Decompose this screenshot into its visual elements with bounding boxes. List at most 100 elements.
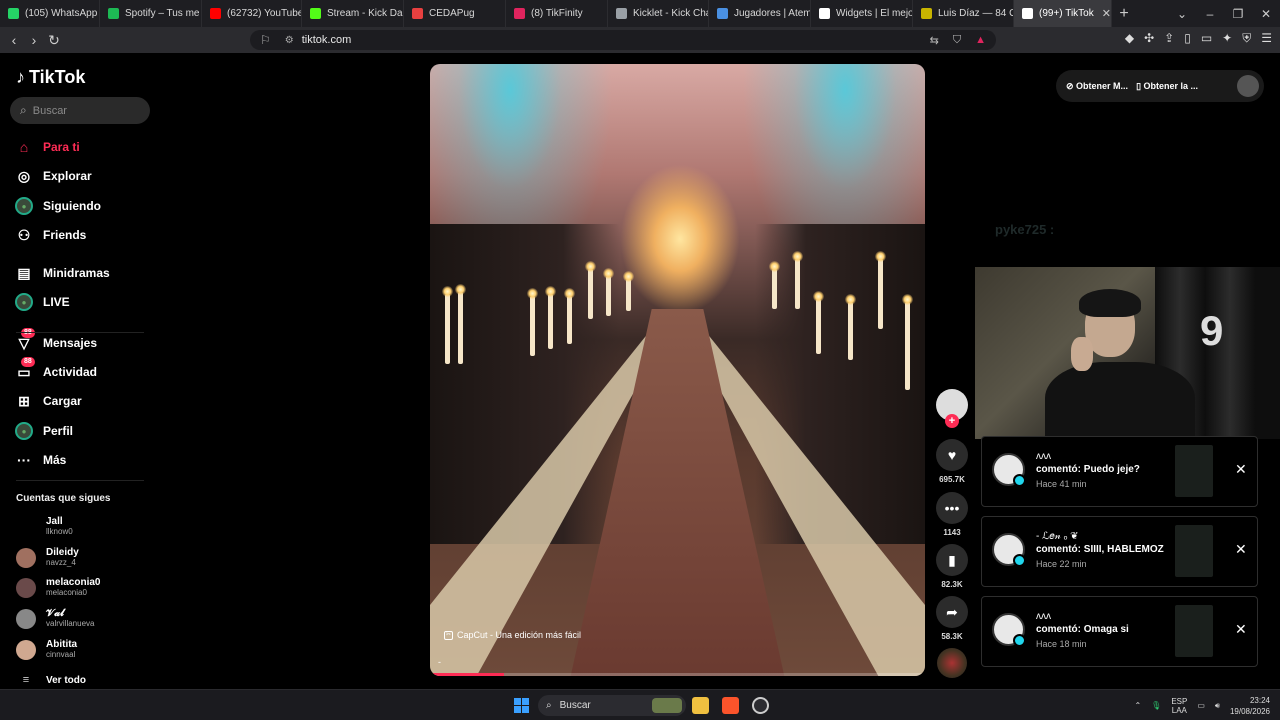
bookmark-icon[interactable]: ⚐ [260, 33, 271, 47]
reload-button[interactable]: ↻ [44, 32, 64, 49]
following-account[interactable]: Dileidy navzz_4 [16, 547, 79, 568]
brave-rewards-icon[interactable]: ▲ [975, 34, 986, 47]
new-tab-button[interactable]: + [1112, 5, 1136, 23]
see-all-following-button[interactable]: ≡ Ver todo [16, 674, 86, 686]
get-desktop-button[interactable]: ▯ Obtener la ... [1136, 81, 1198, 92]
brave-shield-icon[interactable]: ⛉ [953, 34, 961, 47]
nav-item-explorar[interactable]: ◎ Explorar [15, 167, 92, 185]
leo-ai-icon[interactable]: ✦ [1222, 31, 1232, 46]
following-account[interactable]: 𝓥𝓪𝓵 valrvillanueva [16, 608, 94, 629]
minimize-button[interactable]: – [1196, 7, 1224, 21]
site-info-icon[interactable]: ⚙ [285, 35, 294, 46]
nav-item-para-ti[interactable]: ⌂ Para ti [15, 138, 80, 156]
tab-favicon [921, 8, 932, 19]
comment-icon[interactable]: ••• [936, 492, 968, 524]
comment-notification[interactable]: ʌʌʌ comentó: Omaga si Hace 18 min ✕ [981, 596, 1258, 667]
more-icon: ··· [17, 452, 31, 468]
browser-tab[interactable]: (62732) YouTube [202, 0, 302, 27]
forward-button[interactable]: › [24, 32, 44, 48]
nav-item-perfil[interactable]: ● Perfil [15, 422, 73, 440]
user-avatar[interactable] [1237, 75, 1259, 97]
following-account[interactable]: Jall llknow0 [16, 516, 73, 537]
nav-item-friends[interactable]: ⚇ Friends [15, 226, 87, 244]
vpn-shield-icon[interactable]: ⛨ [1242, 31, 1251, 46]
follow-button[interactable]: + [945, 414, 959, 428]
close-icon[interactable]: ✕ [1235, 621, 1247, 638]
video-thumbnail[interactable] [1175, 525, 1213, 577]
brave-browser-icon[interactable] [722, 697, 739, 714]
video-player[interactable]: ✂ CapCut - Una edición más fácil - [430, 64, 925, 676]
browser-tab[interactable]: Widgets | El mejor [811, 0, 913, 27]
nav-item-mensajes[interactable]: ▽88 Mensajes [15, 328, 97, 352]
taskbar-search-label: Buscar [559, 700, 591, 711]
app-icon[interactable] [752, 697, 769, 714]
tray-overflow-icon[interactable]: ⌃ [1134, 701, 1141, 710]
divider [16, 332, 144, 333]
microphone-icon[interactable]: 🎙︎ [1151, 701, 1161, 710]
maximize-button[interactable]: ❐ [1224, 7, 1252, 21]
video-thumbnail[interactable] [1175, 605, 1213, 657]
tab-favicon [819, 8, 830, 19]
share-icon[interactable]: ➦ [936, 596, 968, 628]
comment-text: comentó: Puedo jeje? [1036, 464, 1140, 475]
translate-icon[interactable]: ⇆ [930, 34, 939, 47]
comment-notification[interactable]: ʌʌʌ comentó: Puedo jeje? Hace 41 min ✕ [981, 436, 1258, 507]
tiktok-logo[interactable]: ♪ TikTok [16, 67, 85, 88]
volume-icon[interactable]: 🔊︎ [1215, 701, 1220, 711]
bookmark-icon[interactable]: ▮ [936, 544, 968, 576]
browser-tab[interactable]: Luis Díaz — 84 OV [913, 0, 1014, 27]
close-icon[interactable]: ✕ [1235, 541, 1247, 558]
comment-time: Hace 41 min [1036, 479, 1087, 489]
language-indicator[interactable]: ESP LAA [1171, 697, 1187, 715]
extension-icon[interactable]: ◆ [1125, 31, 1134, 46]
windows-start-icon[interactable] [514, 698, 529, 713]
browser-tab[interactable]: (105) WhatsApp [0, 0, 100, 27]
sidebar-toggle-icon[interactable]: ▯ [1184, 31, 1191, 46]
wallet-icon[interactable]: ▭ [1201, 31, 1212, 46]
menu-icon[interactable]: ☰ [1261, 31, 1272, 46]
close-window-button[interactable]: ✕ [1252, 7, 1280, 21]
video-progress-bar[interactable] [430, 673, 925, 676]
nav-item-cargar[interactable]: ⊞ Cargar [15, 392, 82, 410]
nav-item-siguiendo[interactable]: ● Siguiendo [15, 197, 101, 215]
browser-tab[interactable]: (99+) TikTok ✕ [1014, 0, 1112, 27]
capcut-tag[interactable]: ✂ CapCut - Una edición más fácil [444, 630, 581, 640]
nav-item-actividad[interactable]: ▭ 88 Actividad [15, 357, 97, 381]
share-page-icon[interactable]: ⇪ [1164, 31, 1174, 46]
following-account[interactable]: melaconia0 melaconia0 [16, 577, 100, 598]
browser-tab[interactable]: Stream - Kick Dash [302, 0, 404, 27]
video-thumbnail[interactable] [1175, 445, 1213, 497]
account-username: valrvillanueva [46, 619, 95, 628]
tab-search-icon[interactable]: ⌄ [1168, 7, 1196, 21]
clock[interactable]: 23:24 19/08/2026 [1230, 695, 1270, 717]
tab-title: Luis Díaz — 84 OV [938, 8, 1013, 19]
music-disc[interactable] [937, 648, 967, 678]
back-button[interactable]: ‹ [4, 32, 24, 48]
close-icon[interactable]: ✕ [1235, 461, 1247, 478]
capcut-icon: ✂ [444, 630, 453, 640]
taskbar-search[interactable]: ⌕ Buscar [538, 695, 686, 716]
search-input[interactable]: ⌕ Buscar [10, 97, 150, 124]
nav-item-minidramas[interactable]: ▤ Minidramas [15, 264, 109, 282]
account-username: cinnvaal [46, 650, 76, 659]
candle [902, 294, 913, 390]
close-tab-icon[interactable]: ✕ [1102, 7, 1111, 20]
puzzle-icon[interactable]: ✣ [1144, 31, 1154, 46]
get-app-button[interactable]: ⊘ Obtener M... [1066, 81, 1128, 92]
following-account[interactable]: Abitita cinnvaal [16, 639, 77, 660]
file-explorer-icon[interactable] [692, 697, 709, 714]
comment-notification[interactable]: - ℒ𝑒𝓃 ₒ ❦ comentó: SIIII, HABLEMOZ Hace 22… [981, 516, 1258, 587]
nav-item-live[interactable]: ● LIVE [15, 293, 70, 311]
browser-tab[interactable]: CEDAPug [404, 0, 506, 27]
address-bar[interactable]: ⚐ ⚙ tiktok.com ⇆ ⛉ ▲ [250, 30, 996, 50]
browser-tab[interactable]: Kicklet - Kick Chatb [608, 0, 709, 27]
nav-item-ms[interactable]: ··· Más [15, 451, 66, 469]
browser-tab[interactable]: Jugadores | Atemo [709, 0, 811, 27]
notification-badge: 88 [21, 328, 35, 338]
browser-tab[interactable]: Spotify – Tus me gu [100, 0, 202, 27]
browser-tab[interactable]: (8) TikFinity [506, 0, 608, 27]
network-icon[interactable]: ▭ [1197, 701, 1205, 710]
heart-icon[interactable]: ♥ [936, 439, 968, 471]
tab-title: (99+) TikTok [1039, 8, 1094, 19]
verified-badge-icon [1013, 474, 1026, 487]
